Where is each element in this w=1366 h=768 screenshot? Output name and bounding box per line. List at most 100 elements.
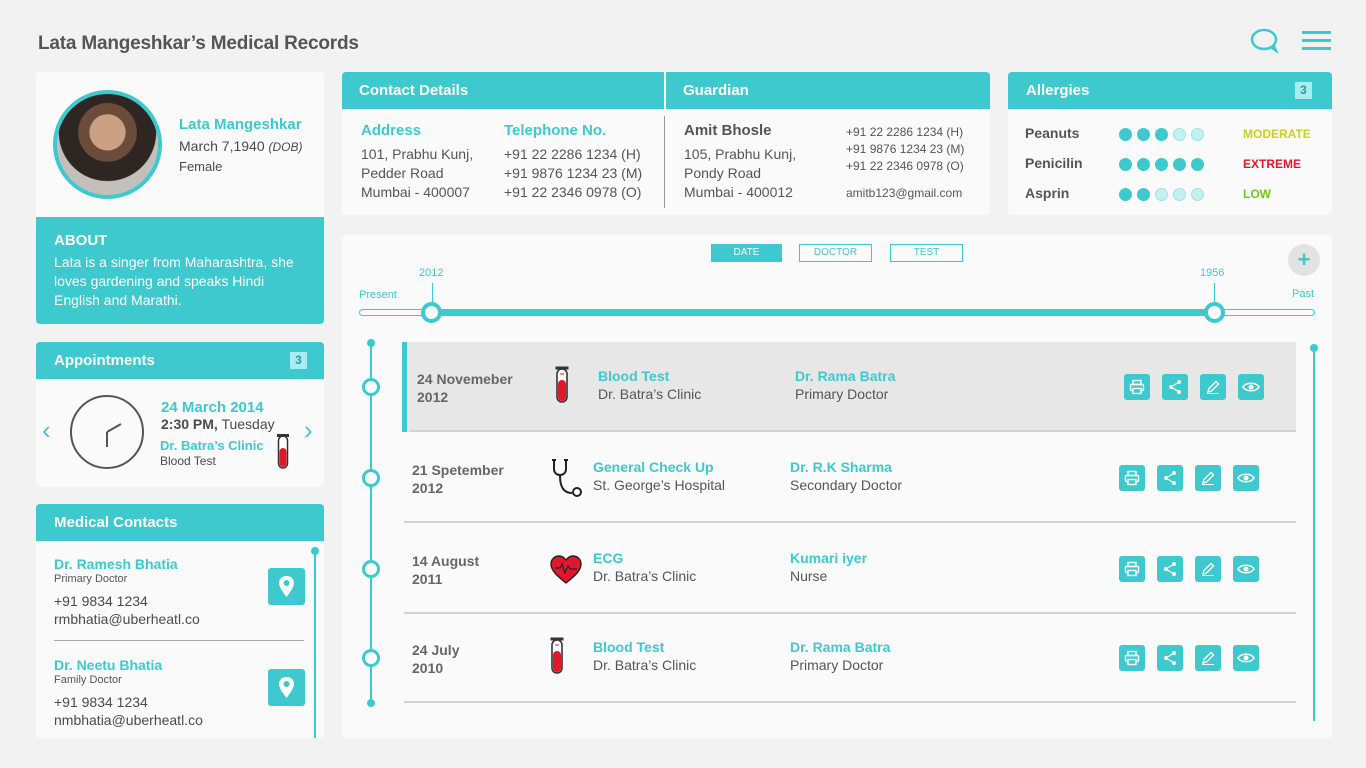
allergies-count-badge: 3 <box>1295 82 1312 99</box>
test-tube-icon <box>555 366 569 409</box>
share-icon[interactable] <box>1157 645 1183 671</box>
record-row[interactable]: 24 Novemeber 2012 Blood Test Dr. Batra’s … <box>402 342 1296 432</box>
record-test: Blood Test <box>593 639 665 655</box>
record-actions <box>1119 465 1259 491</box>
edit-icon[interactable] <box>1195 645 1221 671</box>
allergy-severity-dots <box>1119 188 1204 201</box>
contact-details-title: Contact Details <box>359 82 469 99</box>
contact-role: Primary Doctor <box>54 573 128 585</box>
print-icon[interactable] <box>1119 645 1145 671</box>
share-icon[interactable] <box>1157 556 1183 582</box>
timeline-node <box>362 469 380 487</box>
past-label: Past <box>1292 288 1315 300</box>
contact-details-header: Contact Details Guardian <box>342 72 990 109</box>
record-test: Blood Test <box>598 368 670 384</box>
record-date: 24 July 2010 <box>412 642 460 676</box>
guardian-email: amitb123@gmail.com <box>846 186 963 200</box>
record-doctor-role: Secondary Doctor <box>790 477 903 493</box>
page-title: Lata Mangeshkar’s Medical Records <box>38 33 359 54</box>
telephone-values: +91 22 2286 1234 (H) +91 9876 1234 23 (M)… <box>504 146 643 200</box>
print-icon[interactable] <box>1119 556 1145 582</box>
range-start-handle[interactable] <box>421 302 442 323</box>
print-icon[interactable] <box>1119 465 1145 491</box>
address-value: 101, Prabhu Kunj, Pedder Road Mumbai - 400… <box>361 146 474 200</box>
view-icon[interactable] <box>1233 645 1259 671</box>
view-icon[interactable] <box>1233 556 1259 582</box>
record-row[interactable]: 24 July 2010 Blood Test Dr. Batra’s Clini… <box>402 613 1296 703</box>
location-pin-icon[interactable] <box>268 568 305 605</box>
appointments-card: Appointments 3 ‹ 24 March 2014 2:30 PM, … <box>36 342 324 487</box>
menu-icon[interactable] <box>1302 31 1331 51</box>
date-range-slider-fill <box>432 310 1215 315</box>
filter-date-button[interactable]: DATE <box>711 244 782 262</box>
record-date: 14 August 2011 <box>412 553 480 587</box>
add-record-button[interactable]: + <box>1288 244 1320 276</box>
avatar <box>53 90 162 199</box>
record-divider <box>404 701 1296 703</box>
appointments-title: Appointments <box>54 352 155 369</box>
allergy-severity-dots <box>1119 128 1204 141</box>
record-row[interactable]: 14 August 2011 ECG Dr. Batra’s Clinic Kum… <box>402 524 1296 614</box>
record-date: 21 Spetember 2012 <box>412 462 504 496</box>
clock-icon <box>70 395 144 469</box>
view-icon[interactable] <box>1238 374 1264 400</box>
record-place: St. George’s Hospital <box>593 477 726 493</box>
record-doctor: Dr. Rama Batra <box>795 368 896 384</box>
about-text: Lata is a singer from Maharashtra, she l… <box>54 254 294 308</box>
share-icon[interactable] <box>1157 465 1183 491</box>
edit-icon[interactable] <box>1195 556 1221 582</box>
record-test: General Check Up <box>593 459 714 475</box>
record-doctor: Dr. R.K Sharma <box>790 459 892 475</box>
guardian-title: Guardian <box>683 82 749 99</box>
filter-test-button[interactable]: TEST <box>890 244 963 262</box>
prev-appointment-icon[interactable]: ‹ <box>42 415 51 446</box>
range-end-handle[interactable] <box>1204 302 1225 323</box>
record-doctor-role: Primary Doctor <box>790 657 884 673</box>
contact-email: nmbhatia@uberheatl.co <box>54 712 203 728</box>
appointment-date: 24 March 2014 <box>161 399 264 416</box>
record-doctor-role: Nurse <box>790 568 828 584</box>
records-scrollbar[interactable] <box>1310 344 1318 721</box>
record-row[interactable]: 21 Spetember 2012 General Check Up St. Ge… <box>402 433 1296 523</box>
allergy-level: LOW <box>1243 187 1271 201</box>
appointment-test: Blood Test <box>160 454 216 468</box>
contact-name: Dr. Neetu Bhatia <box>54 657 163 673</box>
share-icon[interactable] <box>1162 374 1188 400</box>
contacts-scrollbar[interactable] <box>311 547 319 738</box>
severity-dot <box>1191 128 1204 141</box>
record-place: Dr. Batra’s Clinic <box>598 386 702 402</box>
location-pin-icon[interactable] <box>268 669 305 706</box>
medical-contacts-header: Medical Contacts <box>36 504 324 541</box>
severity-dot <box>1137 188 1150 201</box>
contact-name: Dr. Ramesh Bhatia <box>54 556 178 572</box>
filter-doctor-button[interactable]: DOCTOR <box>799 244 872 262</box>
edit-icon[interactable] <box>1195 465 1221 491</box>
contact-divider <box>54 640 304 641</box>
range-start-year: 2012 <box>419 267 444 279</box>
contact-email: rmbhatia@uberheatl.co <box>54 611 200 627</box>
severity-dot <box>1119 128 1132 141</box>
severity-dot <box>1119 188 1132 201</box>
telephone-label: Telephone No. <box>504 122 607 139</box>
next-appointment-icon[interactable]: › <box>304 415 313 446</box>
timeline-node <box>362 649 380 667</box>
timeline-node <box>362 560 380 578</box>
range-end-tick <box>1214 283 1215 303</box>
view-icon[interactable] <box>1233 465 1259 491</box>
guardian-phones: +91 22 2286 1234 (H) +91 9876 1234 23 (M)… <box>846 125 965 173</box>
records-timeline-card: DATE DOCTOR TEST + Present Past 2012 195… <box>342 235 1332 738</box>
record-test: ECG <box>593 550 624 566</box>
record-divider <box>409 430 1296 432</box>
chat-icon[interactable] <box>1250 28 1280 54</box>
severity-dot <box>1155 158 1168 171</box>
severity-dot <box>1191 158 1204 171</box>
guardian-address: 105, Prabhu Kunj, Pondy Road Mumbai - 4000… <box>684 146 797 200</box>
allergy-level: EXTREME <box>1243 157 1302 171</box>
severity-dot <box>1173 128 1186 141</box>
edit-icon[interactable] <box>1200 374 1226 400</box>
record-divider <box>404 521 1296 523</box>
severity-dot <box>1137 128 1150 141</box>
record-date: 24 Novemeber 2012 <box>417 371 513 405</box>
print-icon[interactable] <box>1124 374 1150 400</box>
record-doctor: Kumari iyer <box>790 550 868 566</box>
